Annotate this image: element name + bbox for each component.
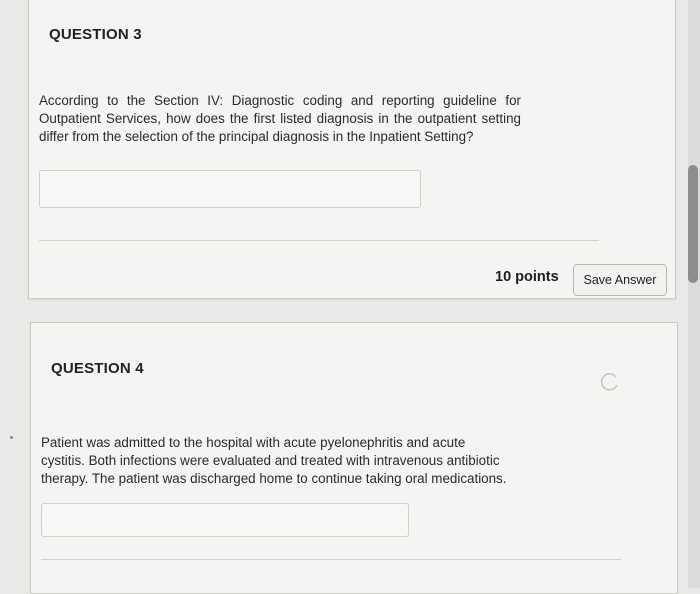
refresh-icon[interactable] xyxy=(599,371,621,393)
scrollbar-track[interactable] xyxy=(688,0,700,588)
question-4-answer-field[interactable] xyxy=(41,503,409,537)
question-3-title: QUESTION 3 xyxy=(49,26,142,43)
question-3-points: 10 points xyxy=(495,269,559,285)
scrollbar-thumb[interactable] xyxy=(688,165,698,283)
question-3-panel: QUESTION 3 According to the Section IV: … xyxy=(28,0,676,299)
question-4-panel: QUESTION 4 Patient was admitted to the h… xyxy=(30,322,678,594)
question-4-title: QUESTION 4 xyxy=(51,360,144,377)
question-4-divider xyxy=(41,559,621,560)
question-3-text: According to the Section IV: Diagnostic … xyxy=(39,93,521,144)
question-3-answer-field[interactable] xyxy=(39,170,421,208)
question-3-divider xyxy=(39,240,599,241)
save-answer-button[interactable]: Save Answer xyxy=(573,264,667,296)
question-4-text: Patient was admitted to the hospital wit… xyxy=(41,435,507,486)
bullet-dot xyxy=(10,436,13,439)
